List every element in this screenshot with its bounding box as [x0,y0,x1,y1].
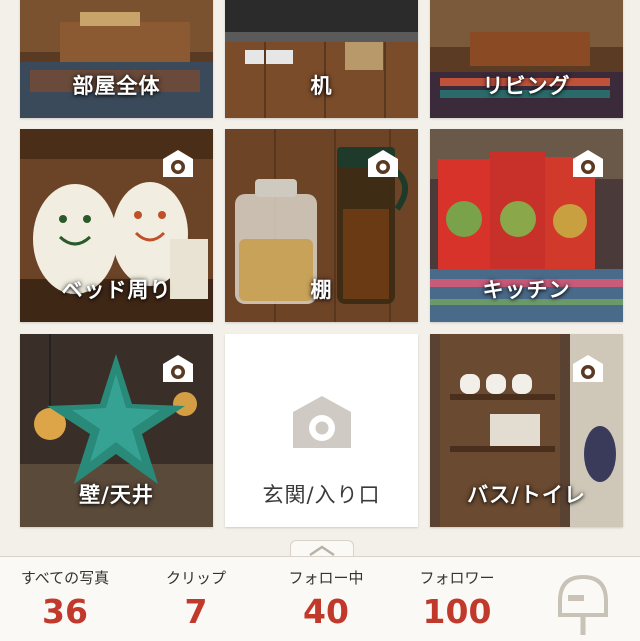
camera-icon[interactable] [366,149,400,179]
stat-count: 36 [42,592,88,631]
tile-label: 机 [310,74,333,98]
stat-count: 40 [303,592,349,631]
stat-label: フォロワー [419,569,495,587]
tile-label: キッチン [482,278,571,302]
stat-count: 7 [184,592,208,631]
camera-icon[interactable] [571,354,605,384]
tile-living[interactable]: リビング [430,0,623,118]
room-category-grid: 部屋全体 机 リビング ベッド周り 棚 キッチン 壁/天井 玄関/入り口 バス/… [0,0,640,560]
mailbox-icon[interactable] [554,571,612,637]
tile-bedside[interactable]: ベッド周り [20,129,213,322]
tile-shelf[interactable]: 棚 [225,129,418,322]
stat-label: フォロー中 [288,569,364,587]
tile-bath-toilet[interactable]: バス/トイレ [430,334,623,527]
camera-icon[interactable] [161,354,195,384]
tile-entrance[interactable]: 玄関/入り口 [225,334,418,527]
profile-stats-bar: すべての写真 36 クリップ 7 フォロー中 40 フォロワー 100 [0,556,640,641]
stat-followers[interactable]: フォロワー 100 [402,567,512,631]
tile-label: 棚 [310,278,333,302]
stat-count: 100 [422,592,492,631]
photo-room-overall [20,0,213,118]
tile-label: 壁/天井 [79,483,154,507]
stat-clips[interactable]: クリップ 7 [141,567,251,631]
tile-label: 部屋全体 [72,74,161,98]
photo-living [430,0,623,118]
tile-wall-ceiling[interactable]: 壁/天井 [20,334,213,527]
stat-label: クリップ [165,569,226,587]
tile-label: ベッド周り [61,278,172,302]
tile-label: バス/トイレ [467,483,586,507]
camera-placeholder-icon[interactable] [291,394,353,450]
stat-following[interactable]: フォロー中 40 [271,567,381,631]
stat-all-photos[interactable]: すべての写真 36 [10,567,120,631]
tile-kitchen[interactable]: キッチン [430,129,623,322]
tile-label: 玄関/入り口 [262,483,381,507]
tile-desk[interactable]: 机 [225,0,418,118]
stat-label: すべての写真 [20,569,110,587]
camera-icon[interactable] [161,149,195,179]
tile-room-overall[interactable]: 部屋全体 [20,0,213,118]
tile-label: リビング [482,74,571,98]
camera-icon[interactable] [571,149,605,179]
photo-desk [225,0,418,118]
